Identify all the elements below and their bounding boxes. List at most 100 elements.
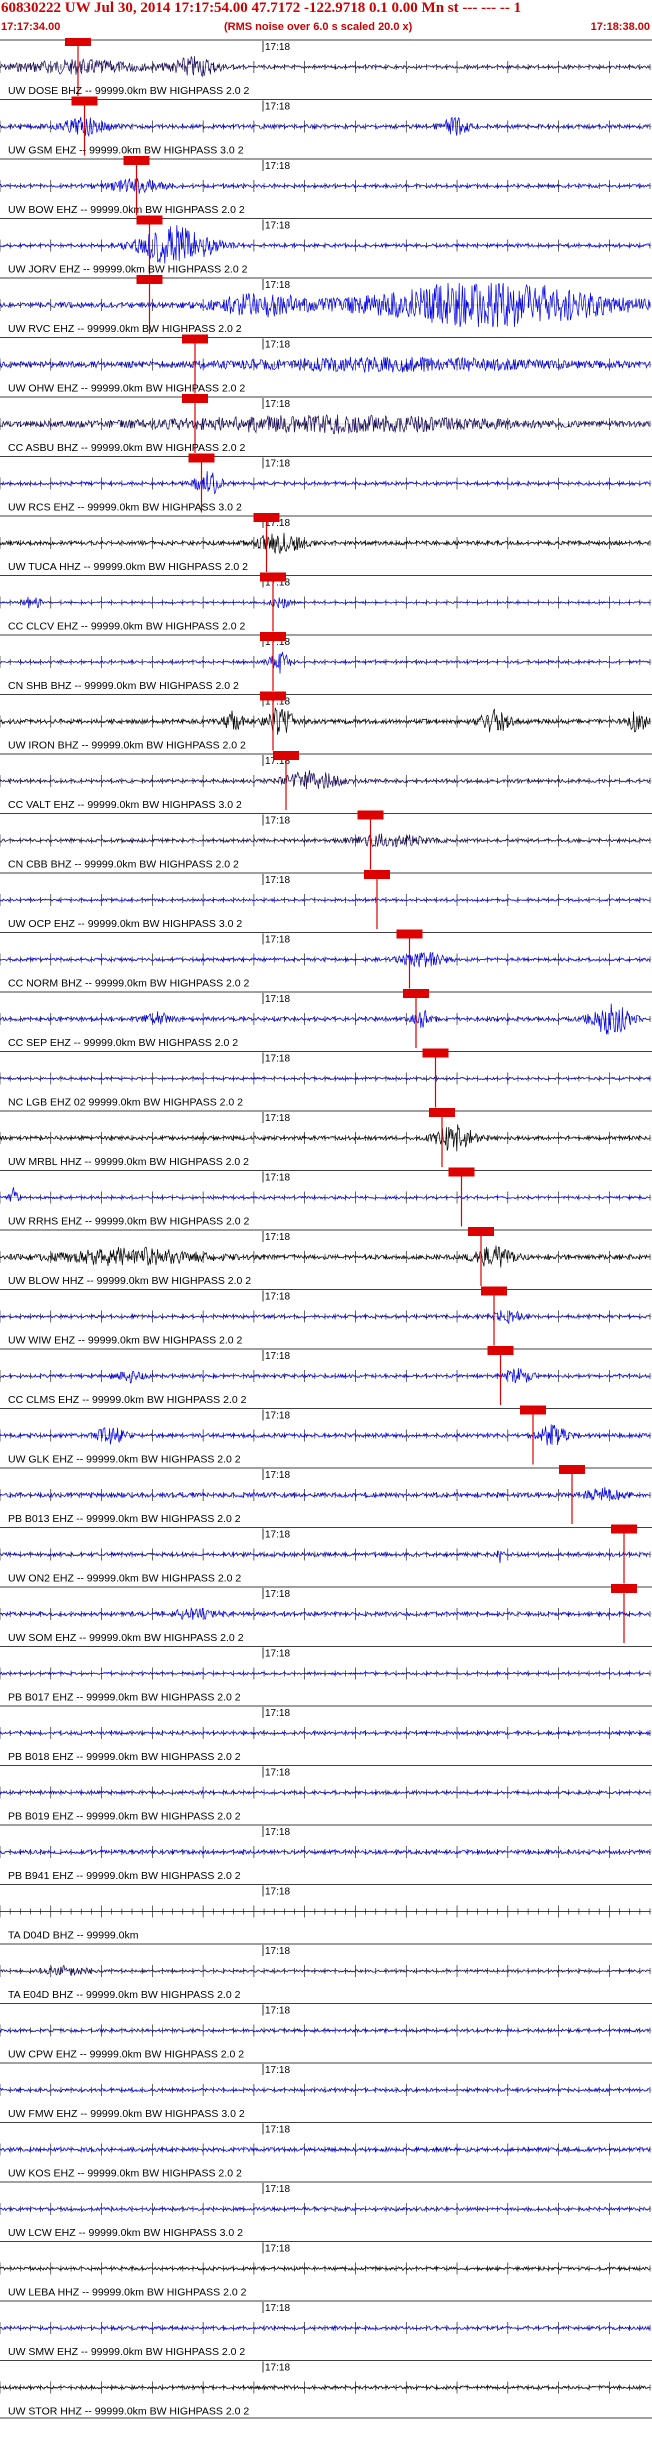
trace-row: 17:18 UW RVC EHZ -- 99999.0km BW HIGHPASS… (0, 275, 652, 335)
minute-label: 17:18 (265, 459, 290, 470)
trace-row: 17:18 UW GSM EHZ -- 99999.0km BW HIGHPASS… (0, 96, 652, 157)
trace-row: 17:18 UW CPW EHZ -- 99999.0km BW HIGHPASS… (0, 2003, 652, 2061)
trace-row: 17:18 NC LGB EHZ 02 99999.0km BW HIGHPASS… (0, 1048, 652, 1109)
trace-row: 17:18 TA E04D BHZ -- 99999.0km BW HIGHPAS… (0, 1943, 652, 2001)
minute-label: 17:18 (265, 1054, 290, 1065)
station-label: UW LEBA HHZ -- 99999.0km BW HIGHPASS 2.0… (8, 2287, 247, 2299)
trace-row: 17:18 PB B017 EHZ -- 99999.0km BW HIGHPAS… (0, 1646, 652, 1704)
trace-row: 17:18 UW OHW EHZ -- 99999.0km BW HIGHPASS… (0, 334, 652, 395)
minute-label: 17:18 (265, 1708, 290, 1719)
minute-label: 17:18 (265, 2303, 290, 2314)
station-label: UW CPW EHZ -- 99999.0km BW HIGHPASS 2.0 … (8, 2049, 244, 2061)
trace-row: 17:18 CC NORM BHZ -- 99999.0km BW HIGHPAS… (0, 929, 652, 990)
minute-label: 17:18 (265, 1411, 290, 1422)
minute-label: 17:18 (265, 1173, 290, 1184)
waveform (0, 356, 650, 373)
station-label: UW JORV EHZ -- 99999.0km BW HIGHPASS 2.0… (8, 264, 248, 276)
seismogram-plot: 17:18 UW DOSE BHZ -- 99999.0km BW HIGHPAS… (0, 38, 652, 2419)
minute-label: 17:18 (265, 1530, 290, 1541)
station-label: UW SMW EHZ -- 99999.0km BW HIGHPASS 2.0 … (8, 2346, 245, 2358)
station-label: PB B017 EHZ -- 99999.0km BW HIGHPASS 2.0… (8, 1692, 241, 1704)
waveform (0, 1965, 650, 1977)
station-label: UW SOM EHZ -- 99999.0km BW HIGHPASS 2.0 … (8, 1632, 244, 1644)
minute-label: 17:18 (265, 42, 290, 53)
trace-row: 17:18 UW FMW EHZ -- 99999.0km BW HIGHPASS… (0, 2062, 652, 2120)
trace-row: 17:18CC CLCV EHZ -- 99999.0km BW HIGHPAS… (0, 572, 652, 633)
trace-row: 17:18 UW RCS EHZ -- 99999.0km BW HIGHPASS… (0, 453, 652, 514)
station-label: UW WIW EHZ -- 99999.0km BW HIGHPASS 2.0 … (8, 1335, 243, 1347)
minute-label: 17:18 (265, 2006, 290, 2017)
minute-label: 17:18 (265, 1887, 290, 1898)
station-label: UW RRHS EHZ -- 99999.0km BW HIGHPASS 2.0… (8, 1216, 250, 1228)
trace-row: 17:18 PB B013 EHZ -- 99999.0km BW HIGHPAS… (0, 1465, 652, 1525)
minute-label: 17:18 (265, 1470, 290, 1481)
window-end-time: 17:18:38.00 (590, 21, 650, 33)
minute-label: 17:18 (265, 816, 290, 827)
minute-label: 17:18 (265, 1232, 290, 1243)
station-label: PB B019 EHZ -- 99999.0km BW HIGHPASS 2.0… (8, 1811, 241, 1823)
station-label: UW RCS EHZ -- 99999.0km BW HIGHPASS 3.0 … (8, 502, 242, 514)
trace-row: 17:18UW IRON BHZ -- 99999.0km BW HIGHPAS… (0, 691, 652, 752)
minute-label: 17:18 (265, 399, 290, 410)
trace-row: 17:18 PB B018 EHZ -- 99999.0km BW HIGHPAS… (0, 1705, 652, 1763)
station-label: UW ON2 EHZ -- 99999.0km BW HIGHPASS 2.0 … (8, 1573, 241, 1585)
station-label: CC VALT EHZ -- 99999.0km BW HIGHPASS 3.0… (8, 799, 242, 811)
station-label: UW OCP EHZ -- 99999.0km BW HIGHPASS 3.0 … (8, 918, 242, 930)
minute-label: 17:18 (265, 2184, 290, 2195)
trace-row: 17:18 PB B019 EHZ -- 99999.0km BW HIGHPAS… (0, 1765, 652, 1823)
plot-header: 60830222 UW Jul 30, 2014 17:17:54.00 47.… (0, 0, 652, 38)
station-label: UW BOW EHZ -- 99999.0km BW HIGHPASS 2.0 … (8, 204, 245, 216)
minute-label: 17:18 (265, 1351, 290, 1362)
trace-row: 17:18 UW JORV EHZ -- 99999.0km BW HIGHPAS… (0, 215, 652, 276)
trace-row: 17:18 UW ON2 EHZ -- 99999.0km BW HIGHPASS… (0, 1524, 652, 1585)
station-label: UW GSM EHZ -- 99999.0km BW HIGHPASS 3.0 … (8, 145, 244, 157)
minute-label: 17:18 (265, 875, 290, 886)
station-label: TA E04D BHZ -- 99999.0km BW HIGHPASS 2.0… (8, 1989, 241, 2001)
minute-label: 17:18 (265, 221, 290, 232)
trace-row: 17:18 UW RRHS EHZ -- 99999.0km BW HIGHPAS… (0, 1167, 652, 1228)
trace-row: 17:18 UW MRBL HHZ -- 99999.0km BW HIGHPAS… (0, 1108, 652, 1168)
minute-label: 17:18 (265, 935, 290, 946)
minute-label: 17:18 (265, 280, 290, 291)
trace-row: 17:18CN SHB BHZ -- 99999.0km BW HIGHPASS… (0, 632, 652, 692)
minute-label: 17:18 (265, 1292, 290, 1303)
trace-row: 17:18 UW OCP EHZ -- 99999.0km BW HIGHPASS… (0, 870, 652, 930)
minute-label: 17:18 (265, 2125, 290, 2136)
trace-row: 17:18 UW SOM EHZ -- 99999.0km BW HIGHPASS… (0, 1584, 652, 1644)
station-label: UW GLK EHZ -- 99999.0km BW HIGHPASS 2.0 … (8, 1454, 241, 1466)
station-label: UW RVC EHZ -- 99999.0km BW HIGHPASS 2.0 … (8, 323, 242, 335)
trace-row: 17:18CC VALT EHZ -- 99999.0km BW HIGHPAS… (0, 751, 652, 811)
waveform (0, 471, 650, 495)
minute-label: 17:18 (265, 994, 290, 1005)
station-label: CN SHB BHZ -- 99999.0km BW HIGHPASS 2.0 … (8, 680, 239, 692)
waveform (0, 1310, 650, 1325)
station-label: PB B013 EHZ -- 99999.0km BW HIGHPASS 2.0… (8, 1513, 241, 1525)
waveform (0, 707, 650, 735)
station-label: UW OHW EHZ -- 99999.0km BW HIGHPASS 2.0 … (8, 383, 245, 395)
minute-label: 17:18 (265, 1649, 290, 1660)
trace-row: 17:18 CC ASBU BHZ -- 99999.0km BW HIGHPAS… (0, 394, 652, 454)
station-label: NC LGB EHZ 02 99999.0km BW HIGHPASS 2.0 … (8, 1097, 243, 1109)
waveform (0, 1487, 650, 1501)
minute-label: 17:18 (265, 1113, 290, 1124)
trace-row: 17:18 CC CLMS EHZ -- 99999.0km BW HIGHPAS… (0, 1346, 652, 1406)
minute-label: 17:18 (265, 340, 290, 351)
trace-row: 17:18 UW BOW EHZ -- 99999.0km BW HIGHPASS… (0, 156, 652, 216)
station-label: UW DOSE BHZ -- 99999.0km BW HIGHPASS 2.0… (8, 85, 250, 97)
station-label: PB B941 EHZ -- 99999.0km BW HIGHPASS 2.0… (8, 1870, 241, 1882)
event-title: 60830222 UW Jul 30, 2014 17:17:54.00 47.… (1, 0, 522, 16)
trace-row: 17:18 UW WIW EHZ -- 99999.0km BW HIGHPASS… (0, 1286, 652, 1347)
station-label: UW MRBL HHZ -- 99999.0km BW HIGHPASS 2.0… (8, 1156, 249, 1168)
station-label: UW TUCA HHZ -- 99999.0km BW HIGHPASS 2.0… (8, 561, 248, 573)
minute-label: 17:18 (265, 2065, 290, 2076)
station-label: UW KOS EHZ -- 99999.0km BW HIGHPASS 2.0 … (8, 2168, 242, 2180)
trace-row: 17:18 UW GLK EHZ -- 99999.0km BW HIGHPASS… (0, 1405, 652, 1466)
station-label: UW LCW EHZ -- 99999.0km BW HIGHPASS 3.0 … (8, 2227, 243, 2239)
trace-row: 17:18 PB B941 EHZ -- 99999.0km BW HIGHPAS… (0, 1824, 652, 1882)
trace-row: 17:18 UW LCW EHZ -- 99999.0km BW HIGHPASS… (0, 2181, 652, 2239)
station-label: TA D04D BHZ -- 99999.0km (8, 1930, 139, 1942)
trace-row: 17:18 UW BLOW HHZ -- 99999.0km BW HIGHPAS… (0, 1227, 652, 1287)
trace-row: 17:18 UW KOS EHZ -- 99999.0km BW HIGHPASS… (0, 2122, 652, 2180)
trace-row: 17:18 TA D04D BHZ -- 99999.0km (0, 1884, 652, 1942)
station-label: CC ASBU BHZ -- 99999.0km BW HIGHPASS 2.0… (8, 442, 245, 454)
